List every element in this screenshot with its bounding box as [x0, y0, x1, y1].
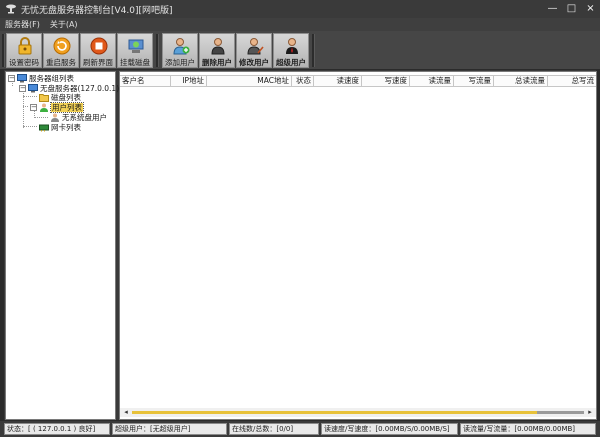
user-icon — [51, 113, 59, 122]
status-state: 状态：[ ( 127.0.0.1 ) 良好] — [4, 423, 110, 435]
mount-disk-button[interactable]: 挂载磁盘 — [117, 33, 153, 68]
tree-nic-list-label: 网卡列表 — [51, 122, 81, 132]
menu-about[interactable]: 关于(A) — [45, 18, 83, 31]
network-card-icon — [39, 124, 49, 131]
tree-line — [23, 126, 37, 127]
edit-user-icon — [247, 38, 264, 55]
col-total-write[interactable]: 总写流 — [548, 76, 596, 86]
col-read-speed[interactable]: 读速度 — [314, 76, 362, 86]
tree-line — [23, 96, 37, 97]
toolbar-separator — [156, 34, 159, 67]
super-user-button[interactable]: 超级用户 — [273, 33, 309, 68]
title-bar: 无忧无盘服务器控制台[V4.0][网吧版] — □ × — [0, 0, 600, 18]
col-write-speed[interactable]: 写速度 — [362, 76, 410, 86]
tree-line — [23, 106, 28, 107]
set-password-label: 设置密码 — [9, 58, 39, 67]
table-header: 客户名 IP地址 MAC地址 状态 读速度 写速度 读流量 写流量 总读流量 总… — [120, 75, 596, 87]
app-icon — [6, 4, 16, 14]
tree-user-list[interactable]: − 用户列表 — [30, 101, 84, 113]
delete-user-icon — [211, 38, 225, 55]
add-user-label: 添加用户 — [165, 58, 195, 67]
status-bar: 状态：[ ( 127.0.0.1 ) 良好] 超级用户：[无超级用户] 在线数/… — [0, 421, 600, 437]
super-user-icon — [286, 38, 298, 54]
col-write-traffic[interactable]: 写流量 — [454, 76, 494, 86]
col-client-name[interactable]: 客户名 — [120, 76, 171, 86]
set-password-button[interactable]: 设置密码 — [6, 33, 42, 68]
status-super-user: 超级用户：[无超级用户] — [112, 423, 227, 435]
lock-icon — [18, 37, 32, 55]
refresh-icon — [90, 37, 108, 55]
add-user-icon — [173, 38, 190, 55]
server-tree[interactable]: − 服务器组列表 − 无盘服务器(127.0.0.1) 磁盘列表 − 用户列表 … — [5, 71, 119, 420]
menu-server[interactable]: 服务器(F) — [0, 18, 45, 31]
restart-service-label: 重启服务 — [46, 58, 76, 67]
minimize-button[interactable]: — — [543, 0, 562, 18]
close-button[interactable]: × — [581, 0, 600, 18]
col-total-read[interactable]: 总读流量 — [494, 76, 548, 86]
delete-user-label: 删除用户 — [202, 58, 232, 67]
delete-user-button[interactable]: 删除用户 — [199, 33, 235, 68]
mount-disk-label: 挂载磁盘 — [120, 58, 150, 67]
edit-user-button[interactable]: 修改用户 — [236, 33, 272, 68]
server-group-icon — [17, 73, 27, 82]
scroll-thumb[interactable] — [132, 411, 537, 414]
scroll-right-arrow-icon[interactable]: ▸ — [586, 408, 594, 417]
tree-no-system-user[interactable]: 无系统盘用户 — [50, 112, 107, 122]
tree-no-system-user-label: 无系统盘用户 — [62, 112, 107, 122]
tree-disk-list-label: 磁盘列表 — [51, 92, 81, 102]
collapse-toggle[interactable]: − — [19, 84, 26, 92]
tree-line — [34, 117, 48, 118]
col-status[interactable]: 状态 — [292, 76, 314, 86]
status-traffic: 读流量/写流量：[0.00MB/0.00MB] — [460, 423, 596, 435]
col-ip[interactable]: IP地址 — [171, 76, 207, 86]
scroll-left-arrow-icon[interactable]: ◂ — [122, 408, 130, 417]
add-user-button[interactable]: 添加用户 — [162, 33, 198, 68]
toolbar-separator — [312, 34, 315, 67]
folder-icon — [39, 93, 49, 102]
tree-root[interactable]: − 服务器组列表 — [8, 73, 74, 83]
tree-root-label: 服务器组列表 — [29, 73, 74, 83]
maximize-button[interactable]: □ — [562, 0, 581, 18]
status-speed: 读速度/写速度：[0.00MB/S/0.00MB/S] — [321, 423, 458, 435]
collapse-toggle[interactable]: − — [8, 74, 15, 82]
restart-service-button[interactable]: 重启服务 — [43, 33, 79, 68]
collapse-toggle[interactable]: − — [30, 103, 37, 111]
tree-user-list-label: 用户列表 — [50, 101, 84, 113]
edit-user-label: 修改用户 — [239, 58, 269, 67]
user-icon — [40, 103, 48, 112]
status-online: 在线数/总数：[0/0] — [229, 423, 319, 435]
server-icon — [28, 83, 38, 92]
restart-icon — [53, 37, 71, 55]
user-table[interactable]: 客户名 IP地址 MAC地址 状态 读速度 写速度 读流量 写流量 总读流量 总… — [119, 71, 597, 420]
super-user-label: 超级用户 — [276, 58, 306, 67]
tree-disk-list[interactable]: 磁盘列表 — [39, 92, 81, 102]
col-read-traffic[interactable]: 读流量 — [410, 76, 454, 86]
col-mac[interactable]: MAC地址 — [207, 76, 292, 86]
toolbar: 设置密码 重启服务 刷新界面 挂载磁盘 添加用户 删除用户 修改用户 超级用户 — [0, 31, 600, 69]
tree-nic-list[interactable]: 网卡列表 — [39, 122, 81, 132]
disk-icon — [128, 39, 144, 53]
refresh-ui-label: 刷新界面 — [83, 58, 113, 67]
menu-bar: 服务器(F) 关于(A) — [0, 18, 600, 31]
horizontal-scrollbar[interactable]: ◂ ▸ — [120, 408, 596, 417]
window-title: 无忧无盘服务器控制台[V4.0][网吧版] — [21, 6, 173, 16]
refresh-ui-button[interactable]: 刷新界面 — [80, 33, 116, 68]
